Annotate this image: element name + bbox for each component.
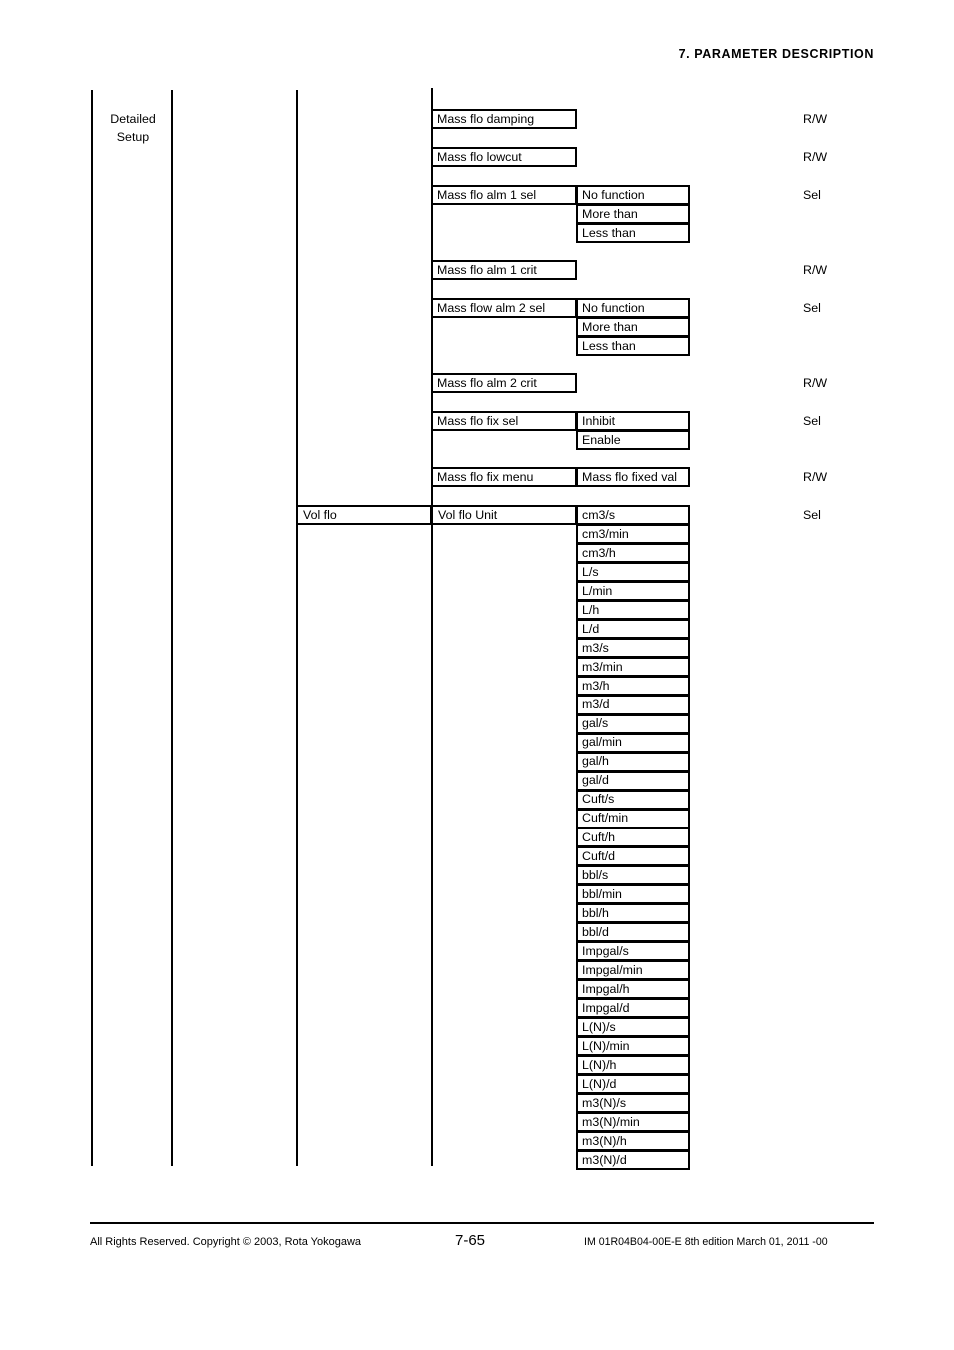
value-box-vol-flo-unit[interactable]: Cuft/s xyxy=(576,789,690,810)
value-box-vol-flo-unit[interactable]: Cuft/d xyxy=(576,846,690,867)
param-access-mass-flo-fix-sel: Sel xyxy=(803,414,821,428)
param-box-mass-flo-damping[interactable]: Mass flo damping xyxy=(431,109,577,129)
value-box-vol-flo-unit[interactable]: L/min xyxy=(576,580,690,601)
value-box-vol-flo-unit[interactable]: Impgal/s xyxy=(576,941,690,962)
param-box-mass-flow-alm-2-sel[interactable]: Mass flow alm 2 sel xyxy=(431,298,577,318)
value-box-vol-flo-unit[interactable]: m3(N)/min xyxy=(576,1112,690,1133)
group-label-detailed-setup: Detailed Setup xyxy=(96,111,170,147)
value-box-alm1-no-function[interactable]: No function xyxy=(576,185,690,205)
group-label-line-1: Detailed xyxy=(110,112,156,126)
value-box-vol-flo-unit[interactable]: cm3/min xyxy=(576,523,690,544)
tree-vertical-line-col1 xyxy=(91,90,93,1166)
param-box-mass-flo-alm-1-crit[interactable]: Mass flo alm 1 crit xyxy=(431,260,577,280)
value-box-vol-flo-unit[interactable]: m3/s xyxy=(576,637,690,658)
value-box-vol-flo-unit[interactable]: cm3/s xyxy=(576,505,690,525)
param-box-mass-flo-alm-1-sel[interactable]: Mass flo alm 1 sel xyxy=(431,185,577,205)
value-box-alm1-more-than[interactable]: More than xyxy=(576,204,690,224)
footer-document-id: IM 01R04B04-00E-E 8th edition March 01, … xyxy=(584,1236,828,1248)
value-box-vol-flo-unit[interactable]: gal/min xyxy=(576,732,690,753)
footer-divider xyxy=(90,1222,874,1224)
value-box-vol-flo-unit[interactable]: L(N)/min xyxy=(576,1036,690,1057)
value-box-vol-flo-unit[interactable]: m3/min xyxy=(576,656,690,677)
value-box-vol-flo-unit[interactable]: m3(N)/h xyxy=(576,1131,690,1151)
value-box-vol-flo-unit[interactable]: cm3/h xyxy=(576,542,690,563)
value-box-vol-flo-unit[interactable]: m3/h xyxy=(576,675,690,696)
tree-vertical-line-col4 xyxy=(431,88,433,1166)
param-box-mass-flo-lowcut[interactable]: Mass flo lowcut xyxy=(431,147,577,167)
param-access-mass-flow-alm-2-sel: Sel xyxy=(803,301,821,315)
group-box-vol-flo[interactable]: Vol flo xyxy=(296,505,432,525)
value-box-alm2-less-than[interactable]: Less than xyxy=(576,336,690,356)
footer-copyright: All Rights Reserved. Copyright © 2003, R… xyxy=(90,1236,362,1248)
value-box-vol-flo-unit[interactable]: gal/d xyxy=(576,770,690,791)
param-box-mass-flo-alm-2-crit[interactable]: Mass flo alm 2 crit xyxy=(431,373,577,393)
param-box-mass-flo-fix-sel[interactable]: Mass flo fix sel xyxy=(431,411,577,431)
value-box-vol-flo-unit[interactable]: gal/h xyxy=(576,751,690,772)
value-box-vol-flo-unit[interactable]: Cuft/min xyxy=(576,808,690,829)
value-box-vol-flo-unit[interactable]: Impgal/h xyxy=(576,979,690,1000)
value-box-fix-sel-enable[interactable]: Enable xyxy=(576,430,690,450)
page-footer: All Rights Reserved. Copyright © 2003, R… xyxy=(0,1232,954,1256)
value-box-vol-flo-unit[interactable]: bbl/d xyxy=(576,922,690,943)
value-box-vol-flo-unit[interactable]: L(N)/d xyxy=(576,1074,690,1095)
value-box-alm2-more-than[interactable]: More than xyxy=(576,317,690,337)
param-access-vol-flo-unit: Sel xyxy=(803,508,821,522)
value-box-alm2-no-function[interactable]: No function xyxy=(576,298,690,318)
tree-vertical-line-col2 xyxy=(171,90,173,1166)
param-access-mass-flo-lowcut: R/W xyxy=(803,150,828,164)
value-box-vol-flo-unit[interactable]: L(N)/h xyxy=(576,1055,690,1076)
value-box-vol-flo-unit[interactable]: Impgal/d xyxy=(576,998,690,1019)
param-access-mass-flo-alm-1-crit: R/W xyxy=(803,263,828,277)
value-box-vol-flo-unit[interactable]: L/d xyxy=(576,618,690,639)
param-box-mass-flo-fix-menu[interactable]: Mass flo fix menu xyxy=(431,467,577,487)
value-box-vol-flo-unit[interactable]: L(N)/s xyxy=(576,1017,690,1038)
param-access-mass-flo-alm-2-crit: R/W xyxy=(803,376,828,390)
value-box-vol-flo-unit[interactable]: gal/s xyxy=(576,713,690,734)
value-box-mass-flo-fixed-val[interactable]: Mass flo fixed val xyxy=(576,467,690,487)
value-box-vol-flo-unit[interactable]: L/s xyxy=(576,561,690,582)
value-box-fix-sel-inhibit[interactable]: Inhibit xyxy=(576,411,690,431)
value-box-vol-flo-unit[interactable]: bbl/min xyxy=(576,884,690,905)
param-access-mass-flo-alm-1-sel: Sel xyxy=(803,188,821,202)
value-box-vol-flo-unit[interactable]: bbl/s xyxy=(576,865,690,886)
footer-page-number: 7-65 xyxy=(455,1232,486,1249)
tree-vertical-line-col3 xyxy=(296,90,298,1166)
value-box-alm1-less-than[interactable]: Less than xyxy=(576,223,690,243)
parameter-tree-diagram: Detailed Setup Mass flo damping R/W Mass… xyxy=(0,0,954,1200)
param-access-mass-flo-damping: R/W xyxy=(803,112,828,126)
group-label-line-2: Setup xyxy=(116,129,150,144)
value-box-vol-flo-unit[interactable]: bbl/h xyxy=(576,903,690,924)
value-box-vol-flo-unit[interactable]: m3(N)/s xyxy=(576,1093,690,1114)
param-access-mass-flo-fix-menu: R/W xyxy=(803,470,828,484)
value-box-vol-flo-unit[interactable]: m3(N)/d xyxy=(576,1149,690,1170)
value-box-vol-flo-unit[interactable]: Cuft/h xyxy=(576,827,690,848)
value-box-vol-flo-unit[interactable]: m3/d xyxy=(576,694,690,715)
param-box-vol-flo-unit[interactable]: Vol flo Unit xyxy=(431,505,577,525)
value-box-vol-flo-unit[interactable]: Impgal/min xyxy=(576,960,690,981)
value-box-vol-flo-unit[interactable]: L/h xyxy=(576,599,690,620)
